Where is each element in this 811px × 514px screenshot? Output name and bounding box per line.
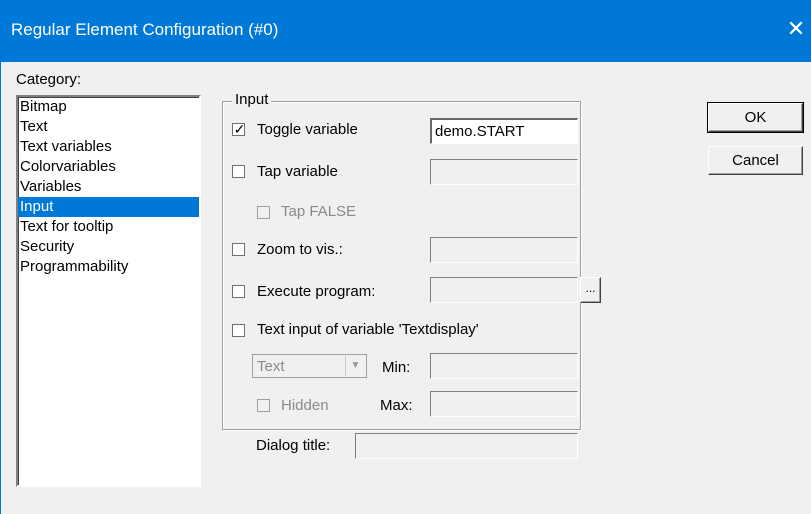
title-bar: Regular Element Configuration (#0) ✕: [0, 0, 811, 62]
category-label: Category:: [16, 71, 82, 88]
hidden-label: Hidden: [281, 397, 329, 414]
toggle-variable-checkbox[interactable]: ✓: [232, 121, 246, 137]
execute-program-checkbox[interactable]: [232, 285, 245, 298]
window-border: [0, 62, 1, 514]
input-group-title: Input: [232, 91, 272, 108]
tap-variable-label: Tap variable: [257, 163, 338, 180]
tap-false-checkbox[interactable]: [257, 206, 270, 219]
dialog-title-label: Dialog title:: [256, 437, 331, 454]
category-item-input[interactable]: Input: [18, 197, 199, 217]
category-item-security[interactable]: Security: [18, 237, 199, 257]
max-label: Max:: [380, 397, 413, 414]
category-item-text[interactable]: Text: [18, 117, 199, 137]
category-item-variables[interactable]: Variables: [18, 177, 199, 197]
category-item-bitmap[interactable]: Bitmap: [18, 97, 199, 117]
toggle-variable-input[interactable]: demo.START: [430, 118, 578, 144]
tap-false-label: Tap FALSE: [281, 203, 357, 220]
window-title: Regular Element Configuration (#0): [11, 20, 279, 39]
check-icon: ✓: [233, 121, 246, 137]
execute-program-input[interactable]: [430, 277, 578, 303]
category-item-text-variables[interactable]: Text variables: [18, 137, 199, 157]
close-icon[interactable]: ✕: [784, 14, 808, 44]
input-groupbox: [222, 101, 581, 430]
type-select[interactable]: Text ▼: [252, 354, 367, 378]
category-item-programmability[interactable]: Programmability: [18, 257, 199, 277]
toggle-variable-value: demo.START: [435, 123, 525, 140]
chevron-down-icon[interactable]: ▼: [345, 356, 365, 376]
category-item-text-for-tooltip[interactable]: Text for tooltip: [18, 217, 199, 237]
zoom-to-vis-checkbox[interactable]: [232, 243, 245, 256]
tap-variable-input[interactable]: [430, 159, 578, 185]
zoom-to-vis-input[interactable]: [430, 237, 578, 263]
hidden-checkbox[interactable]: [257, 399, 270, 412]
execute-program-label: Execute program:: [257, 283, 376, 300]
min-label: Min:: [382, 359, 411, 376]
browse-button[interactable]: ...: [580, 277, 601, 303]
tap-variable-checkbox[interactable]: [232, 165, 245, 178]
text-input-checkbox[interactable]: [232, 324, 245, 337]
cancel-button[interactable]: Cancel: [708, 146, 803, 175]
category-item-colorvariables[interactable]: Colorvariables: [18, 157, 199, 177]
ok-button[interactable]: OK: [707, 102, 804, 133]
max-input[interactable]: [430, 391, 578, 417]
dialog-title-input[interactable]: [355, 433, 578, 459]
toggle-variable-label: Toggle variable: [257, 121, 358, 138]
zoom-to-vis-label: Zoom to vis.:: [257, 241, 343, 258]
category-list[interactable]: Bitmap Text Text variables Colorvariables Va…: [16, 95, 201, 487]
type-select-value: Text: [257, 358, 285, 375]
min-input[interactable]: [430, 353, 578, 379]
text-input-label: Text input of variable 'Textdisplay': [257, 321, 479, 338]
